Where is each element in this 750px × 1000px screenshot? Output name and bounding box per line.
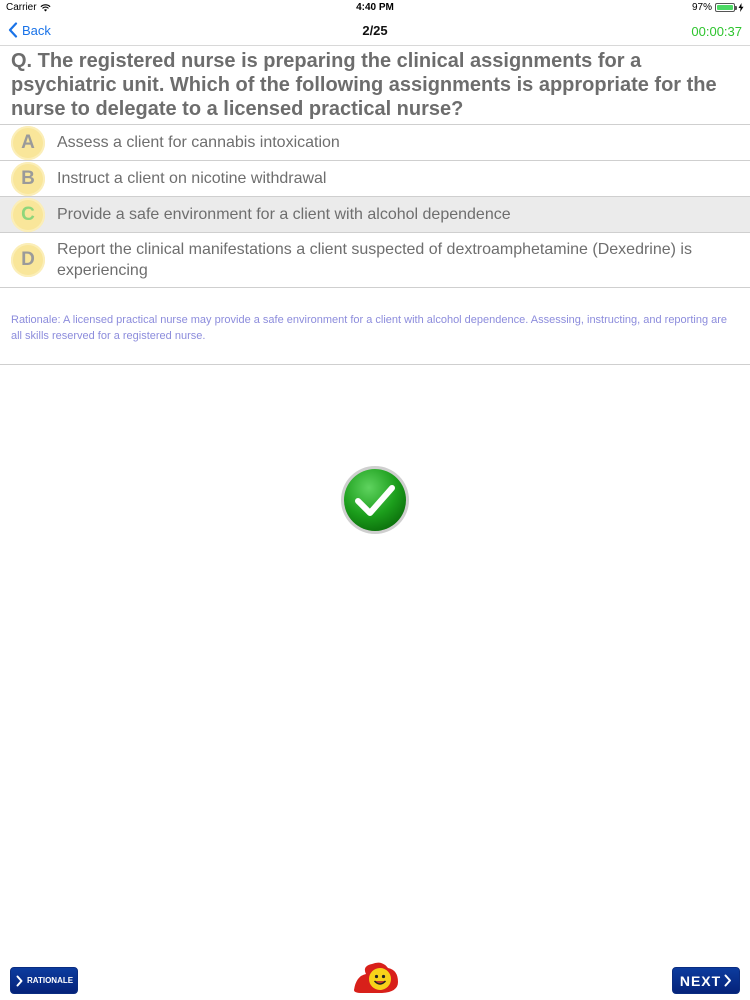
status-bar: Carrier 4:40 PM 97% bbox=[0, 0, 750, 16]
question-text: Q. The registered nurse is preparing the… bbox=[11, 50, 717, 120]
option-letter-badge: C bbox=[11, 197, 45, 232]
option-letter-badge: A bbox=[11, 125, 45, 160]
chevron-right-icon bbox=[16, 975, 23, 986]
battery-icon bbox=[715, 3, 737, 12]
next-button-label: NEXT bbox=[679, 972, 722, 989]
option-text: Instruct a client on nicotine withdrawal bbox=[57, 170, 327, 187]
battery-info: 97% bbox=[692, 2, 744, 13]
navigation-bar: Back 2/25 00:00:37 bbox=[0, 16, 750, 46]
clock: 4:40 PM bbox=[356, 2, 394, 13]
option-letter-badge: D bbox=[11, 243, 45, 277]
option-text: Report the clinical manifestations a cli… bbox=[57, 241, 692, 279]
option-a[interactable]: A Assess a client for cannabis intoxicat… bbox=[0, 124, 750, 160]
question-progress: 2/25 bbox=[362, 23, 388, 38]
quiz-screen: Carrier 4:40 PM 97% Back 2/25 00:00:37 Q… bbox=[0, 0, 750, 1000]
rationale-button-label: RATIONALE bbox=[27, 976, 74, 985]
checkmark-icon bbox=[341, 466, 409, 534]
answer-options: A Assess a client for cannabis intoxicat… bbox=[0, 124, 750, 288]
option-letter-badge: B bbox=[11, 161, 45, 196]
divider bbox=[0, 364, 750, 365]
option-c[interactable]: C Provide a safe environment for a clien… bbox=[0, 196, 750, 232]
next-button[interactable]: NEXT bbox=[672, 967, 740, 994]
charging-icon bbox=[738, 3, 744, 12]
option-text: Assess a client for cannabis intoxicatio… bbox=[57, 134, 340, 151]
smiley-mascot-icon[interactable] bbox=[352, 960, 400, 994]
chevron-right-icon bbox=[724, 974, 732, 987]
option-d[interactable]: D Report the clinical manifestations a c… bbox=[0, 232, 750, 288]
option-b[interactable]: B Instruct a client on nicotine withdraw… bbox=[0, 160, 750, 196]
elapsed-timer: 00:00:37 bbox=[691, 24, 742, 39]
rationale-text: Rationale: A licensed practical nurse ma… bbox=[11, 314, 728, 342]
rationale-button[interactable]: RATIONALE bbox=[10, 967, 78, 994]
battery-percent: 97% bbox=[691, 2, 712, 13]
option-text: Provide a safe environment for a client … bbox=[57, 206, 511, 223]
